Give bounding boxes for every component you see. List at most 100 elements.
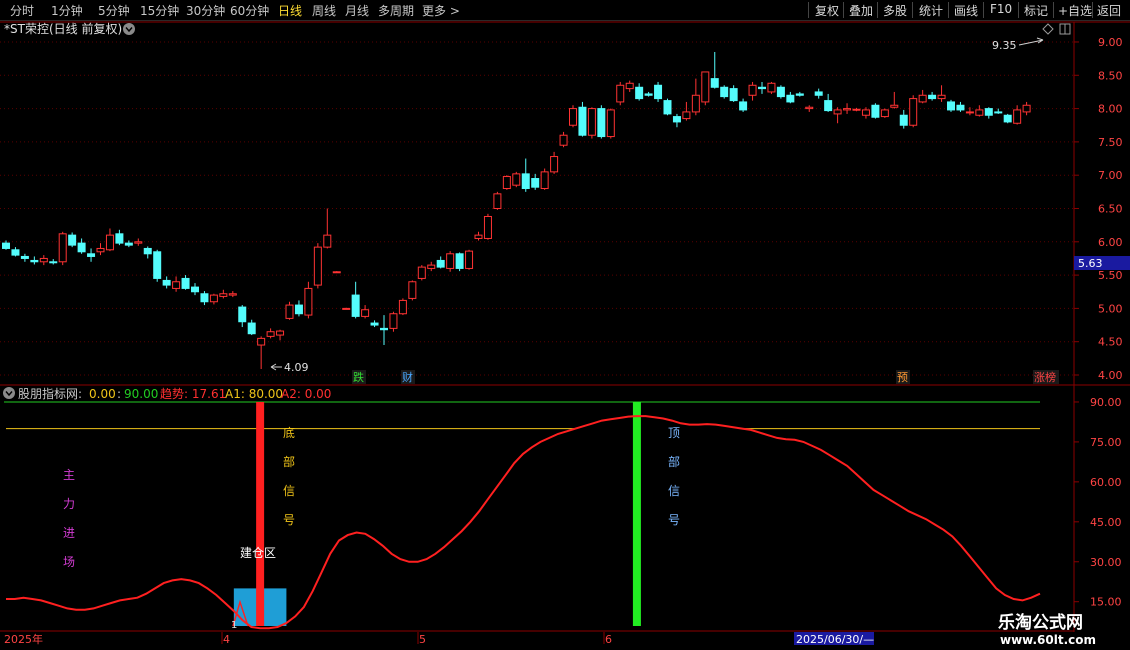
candle <box>814 88 823 99</box>
candle-body <box>493 193 502 209</box>
candle <box>143 246 152 259</box>
candle-body <box>616 84 625 103</box>
candle <box>483 213 492 240</box>
event-mark-die[interactable]: 跌 <box>353 370 364 384</box>
svg-text::: : <box>117 387 121 401</box>
low-annotation: 4.09 <box>270 361 309 374</box>
price-tick-label: 5.50 <box>1098 269 1123 282</box>
candle-body <box>597 108 606 138</box>
candle <box>795 91 804 97</box>
candle-body <box>39 257 48 263</box>
candle <box>729 85 738 102</box>
candle-body <box>389 313 398 329</box>
candle-body <box>550 156 559 173</box>
bottom-signal-char-1: 底 <box>283 425 295 440</box>
candle-body <box>408 281 417 299</box>
watermark-title: 乐淘公式网 <box>998 612 1083 633</box>
candle <box>455 252 464 272</box>
candle <box>502 175 511 190</box>
price-tick-label: 8.00 <box>1098 103 1123 116</box>
candle <box>11 247 20 257</box>
candle-body <box>691 94 700 113</box>
candle <box>77 238 86 254</box>
site-watermark: 乐淘公式网 www.60lt.com <box>998 612 1096 647</box>
current-price-tag: 5.63 <box>1074 256 1130 270</box>
candle <box>332 271 341 274</box>
candle-body <box>77 242 86 253</box>
main-entry-char-1: 主 <box>63 468 75 482</box>
candle <box>890 91 899 109</box>
candle <box>587 107 596 139</box>
candle-body <box>502 176 511 190</box>
candle <box>1022 101 1031 116</box>
candle-body <box>68 234 77 246</box>
candle <box>975 105 984 117</box>
stock-chart[interactable]: *ST荣控(日线 前复权) 9.00 8.50 8.00 7.50 7.00 6.50 6.… <box>0 0 1130 650</box>
candle <box>928 91 937 101</box>
candle-body <box>124 242 133 246</box>
candle-body <box>739 101 748 111</box>
candle <box>710 51 719 89</box>
candle <box>200 291 209 306</box>
candle-body <box>937 94 946 100</box>
candle-body <box>871 104 880 118</box>
candle <box>767 81 776 94</box>
indicator-name: 股朋指标网 <box>18 386 78 401</box>
candle <box>219 289 228 299</box>
candle-body <box>285 304 294 319</box>
candle <box>209 293 218 305</box>
candle-body <box>578 106 587 136</box>
candle-body <box>474 234 483 239</box>
candle <box>96 243 105 256</box>
build-zone-label: 建仓区 <box>240 546 276 560</box>
price-tick-label: 8.50 <box>1098 69 1123 82</box>
candle-body <box>512 173 521 186</box>
chevron-down-icon[interactable] <box>3 387 15 399</box>
candle-body <box>880 109 889 118</box>
high-annotation: 9.35 <box>992 37 1044 52</box>
candle <box>39 255 48 266</box>
candle <box>550 151 559 174</box>
candle-body <box>361 309 370 317</box>
candle <box>313 243 322 289</box>
current-price-value: 5.63 <box>1078 257 1103 270</box>
candle <box>134 238 143 246</box>
candle <box>276 329 285 341</box>
candle-body <box>947 101 955 111</box>
window-icon[interactable] <box>1059 23 1071 35</box>
candle-body <box>115 233 124 244</box>
candle-body <box>729 88 738 102</box>
candle-body <box>559 134 568 146</box>
candle <box>58 231 67 266</box>
event-mark-cai[interactable]: 财 <box>402 370 413 384</box>
candle-body <box>58 233 67 263</box>
top-signal-char-2: 部 <box>668 454 680 469</box>
event-mark-yu[interactable]: 预 <box>897 371 908 384</box>
indicator-value-b: 90.00 <box>124 387 158 401</box>
candlestick-series <box>2 51 1031 370</box>
candle-body <box>257 337 266 346</box>
diamond-icon[interactable] <box>1042 23 1054 35</box>
candle-body <box>663 100 672 115</box>
candle <box>682 101 691 121</box>
a1-line <box>6 415 1040 430</box>
candle <box>380 315 388 346</box>
candle <box>389 311 398 332</box>
candle <box>20 253 29 262</box>
candle <box>994 108 1003 114</box>
candle-body <box>455 253 464 269</box>
indicator-tick-label: 30.00 <box>1090 556 1122 569</box>
candle <box>616 81 625 106</box>
candle <box>247 319 256 336</box>
candle <box>540 168 549 190</box>
indicator-axis: 90.00 75.00 60.00 45.00 30.00 15.00 <box>1074 396 1122 609</box>
indicator-trend: 趋势: 17.61 <box>160 387 226 401</box>
event-mark-zhangbang[interactable]: 涨榜 <box>1034 370 1056 384</box>
candle <box>597 105 606 139</box>
chevron-down-icon[interactable] <box>123 23 135 35</box>
time-label-apr: 4 <box>223 633 230 646</box>
candle-body <box>852 108 861 111</box>
candle-body <box>313 246 322 286</box>
candle <box>521 158 530 192</box>
candle-body <box>956 104 965 111</box>
